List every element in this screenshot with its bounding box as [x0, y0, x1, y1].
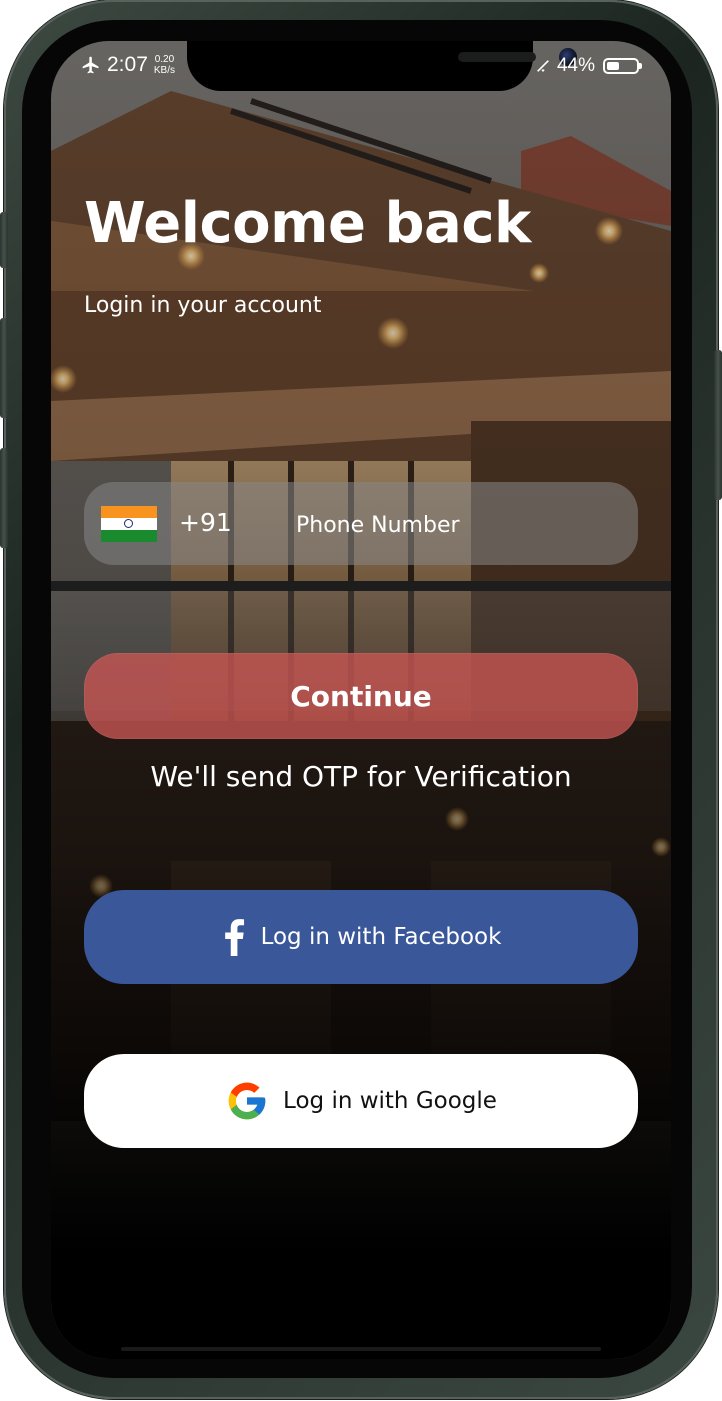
facebook-icon	[224, 919, 244, 956]
page-title: Welcome back	[84, 191, 531, 256]
wifi-icon	[537, 60, 549, 72]
continue-button[interactable]: Continue	[84, 653, 638, 739]
clock: 2:07	[107, 53, 148, 76]
network-speed-value: 0.20	[154, 54, 175, 65]
phone-number-field[interactable]: +91	[84, 482, 638, 565]
battery-percent: 44%	[556, 55, 595, 76]
otp-note: We'll send OTP for Verification	[150, 760, 572, 793]
status-bar: 2:07 0.20 KB/s 44%	[51, 41, 671, 91]
silent-switch	[0, 212, 8, 268]
facebook-login-label: Log in with Facebook	[260, 924, 502, 950]
network-speed: 0.20 KB/s	[154, 54, 175, 76]
volume-up-button	[0, 318, 8, 418]
status-right: 44%	[535, 55, 642, 77]
home-indicator	[121, 1347, 601, 1351]
page-subtitle: Login in your account	[84, 293, 322, 318]
google-login-label: Log in with Google	[283, 1088, 497, 1114]
network-speed-unit: KB/s	[153, 65, 175, 76]
status-left: 2:07 0.20 KB/s	[81, 53, 175, 77]
country-code[interactable]: +91	[179, 508, 232, 537]
power-button	[714, 350, 722, 500]
airplane-icon	[82, 56, 99, 74]
phone-input[interactable]	[294, 502, 618, 548]
facebook-login-button[interactable]: Log in with Facebook	[84, 890, 638, 984]
volume-down-button	[0, 448, 8, 548]
google-icon	[228, 1082, 266, 1120]
india-flag-icon[interactable]	[101, 506, 157, 542]
battery-icon	[603, 58, 642, 74]
battery-level	[607, 62, 619, 70]
google-login-button[interactable]: Log in with Google	[84, 1054, 638, 1148]
screen: 2:07 0.20 KB/s 44% Welcome back Login in…	[51, 41, 671, 1359]
